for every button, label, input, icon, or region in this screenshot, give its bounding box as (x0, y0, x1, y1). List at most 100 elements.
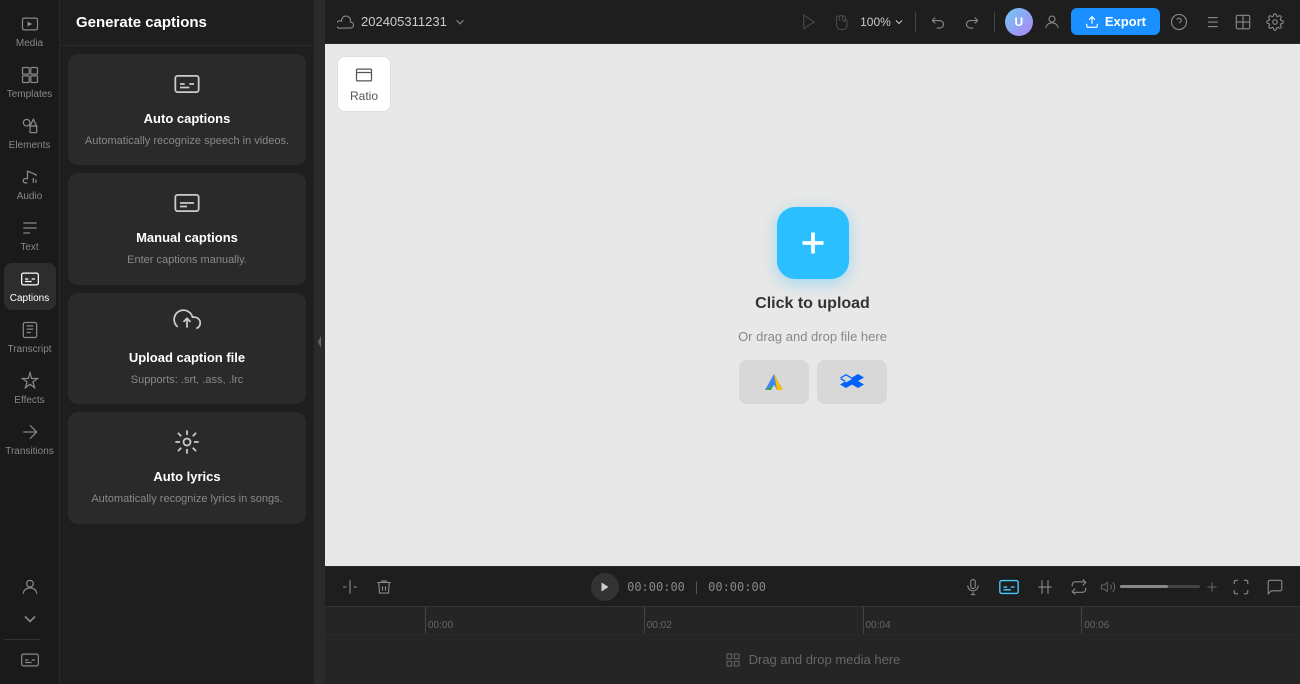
volume-slider-area (1100, 579, 1220, 595)
caption-timeline-btn[interactable] (994, 572, 1024, 602)
ruler-marks: 00:00 00:02 00:04 00:06 (425, 607, 1300, 635)
loop-btn[interactable] (1066, 574, 1092, 600)
sidebar-item-media-label: Media (16, 38, 43, 49)
ratio-button[interactable]: Ratio (337, 56, 391, 112)
list-icon (1202, 13, 1220, 31)
upload-plus-button[interactable] (777, 207, 849, 279)
audio-icon (20, 167, 40, 187)
settings-icon (1266, 13, 1284, 31)
ruler-mark-0: 00:00 (425, 607, 644, 635)
sidebar-item-text[interactable]: Text (4, 212, 56, 259)
sidebar-item-transcript-label: Transcript (7, 344, 51, 355)
elements-icon (20, 116, 40, 136)
sidebar-divider (4, 639, 40, 640)
timeline-play-icon (599, 581, 611, 593)
upload-caption-title: Upload caption file (129, 350, 245, 365)
caption-bottom-icon (20, 650, 40, 670)
sidebar-item-audio-label: Audio (17, 191, 43, 202)
volume-slider[interactable] (1120, 585, 1200, 588)
user-btn[interactable] (1039, 9, 1065, 35)
hand-tool-btn[interactable] (828, 9, 854, 35)
panel-collapse-handle[interactable] (315, 0, 325, 684)
timeline-bar: 00:00:00 | 00:00:00 (325, 566, 1300, 606)
export-icon (1085, 15, 1099, 29)
top-bar-controls: 100% U (796, 8, 1288, 36)
sidebar-item-elements[interactable]: Elements (4, 110, 56, 157)
mic-btn[interactable] (960, 574, 986, 600)
google-drive-btn[interactable] (739, 360, 809, 404)
upload-caption-desc: Supports: .srt, .ass, .lrc (131, 373, 243, 388)
comment-icon (1266, 578, 1284, 596)
settings-btn[interactable] (1262, 9, 1288, 35)
list-btn[interactable] (1198, 9, 1224, 35)
sidebar-item-effects-label: Effects (14, 395, 44, 406)
help-icon (1170, 13, 1188, 31)
google-drive-icon (762, 370, 786, 394)
effects-icon (20, 371, 40, 391)
captions-icon (20, 269, 40, 289)
sidebar-item-transcript[interactable]: Transcript (4, 314, 56, 361)
loop-icon (1070, 578, 1088, 596)
hand-icon (832, 13, 850, 31)
delete-btn[interactable] (371, 574, 397, 600)
dropbox-btn[interactable] (817, 360, 887, 404)
auto-lyrics-card[interactable]: Auto lyrics Automatically recognize lyri… (68, 412, 306, 523)
auto-lyrics-icon (173, 428, 201, 461)
manual-captions-desc: Enter captions manually. (127, 253, 247, 268)
zoom-control[interactable]: 100% (860, 15, 905, 29)
time-separator: | (693, 580, 700, 594)
sidebar-item-audio[interactable]: Audio (4, 161, 56, 208)
fullscreen-btn[interactable] (1228, 574, 1254, 600)
sidebar-item-caption-bottom[interactable] (4, 644, 56, 676)
cloud-icon (337, 13, 355, 31)
ruler-mark-3: 00:06 (1081, 607, 1300, 635)
panel-title: Generate captions (60, 0, 314, 46)
sidebar-item-chevron[interactable] (4, 603, 56, 635)
account-icon (20, 577, 40, 597)
split-timeline-btn[interactable] (1032, 574, 1058, 600)
upload-area: Click to upload Or drag and drop file he… (738, 207, 887, 404)
auto-captions-title: Auto captions (144, 111, 231, 126)
auto-captions-card[interactable]: Auto captions Automatically recognize sp… (68, 54, 306, 165)
project-name: 202405311231 (361, 14, 447, 29)
avatar: U (1005, 8, 1033, 36)
volume-up-icon (1204, 579, 1220, 595)
generate-captions-panel: Generate captions Auto captions Automati… (60, 0, 315, 684)
sidebar-item-transitions[interactable]: Transitions (4, 416, 56, 463)
upload-icons-row (739, 360, 887, 404)
comment-btn[interactable] (1262, 574, 1288, 600)
redo-btn[interactable] (958, 9, 984, 35)
dropbox-icon (840, 370, 864, 394)
sidebar-item-captions[interactable]: Captions (4, 263, 56, 310)
manual-captions-card[interactable]: Manual captions Enter captions manually. (68, 173, 306, 284)
ruler-mark-1: 00:02 (644, 607, 863, 635)
caption-timeline-icon (998, 576, 1020, 598)
sidebar-item-templates[interactable]: Templates (4, 59, 56, 106)
volume-slider-fill (1120, 585, 1168, 588)
split-btn[interactable] (337, 574, 363, 600)
main-area: 202405311231 100% (325, 0, 1300, 684)
export-button[interactable]: Export (1071, 8, 1160, 35)
top-bar-divider-1 (915, 12, 916, 32)
play-preview-btn[interactable] (796, 9, 822, 35)
sidebar-item-effects[interactable]: Effects (4, 365, 56, 412)
timeline-play-btn[interactable] (591, 573, 619, 601)
play-icon (800, 13, 818, 31)
undo-btn[interactable] (926, 9, 952, 35)
auto-lyrics-title: Auto lyrics (153, 469, 220, 484)
plus-icon (795, 225, 831, 261)
project-dropdown-icon[interactable] (453, 15, 467, 29)
help-btn[interactable] (1166, 9, 1192, 35)
layout-btn[interactable] (1230, 9, 1256, 35)
upload-caption-card[interactable]: Upload caption file Supports: .srt, .ass… (68, 293, 306, 404)
user-icon (1043, 13, 1061, 31)
sidebar-bottom-area (4, 571, 56, 676)
text-icon (20, 218, 40, 238)
media-drop-zone[interactable]: Drag and drop media here (325, 634, 1300, 684)
sidebar-item-account[interactable] (4, 571, 56, 603)
sidebar-item-text-label: Text (20, 242, 38, 253)
total-time: 00:00:00 (708, 580, 766, 594)
top-bar: 202405311231 100% (325, 0, 1300, 44)
upload-subtitle: Or drag and drop file here (738, 329, 887, 344)
sidebar-item-media[interactable]: Media (4, 8, 56, 55)
